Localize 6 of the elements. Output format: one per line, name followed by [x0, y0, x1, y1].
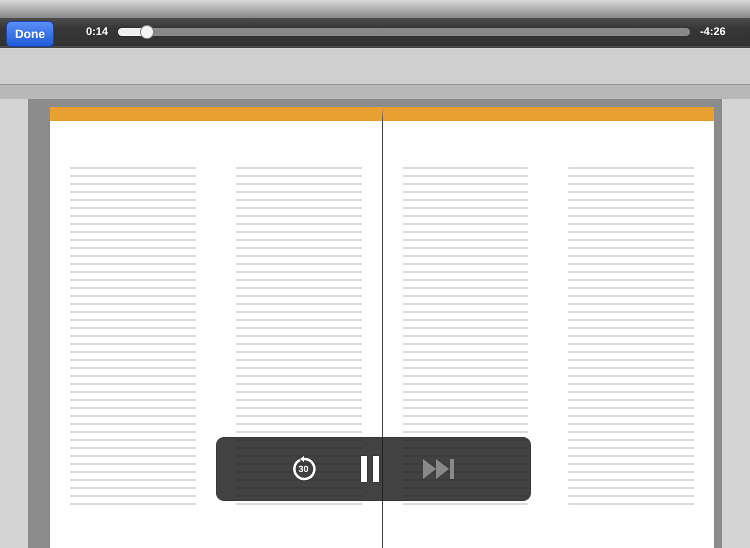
rewind-button[interactable]: 30 [290, 456, 316, 482]
pause-button[interactable] [358, 455, 380, 483]
remaining-time: -4:26 [700, 26, 727, 38]
done-button[interactable]: Done [6, 21, 54, 47]
playback-scrubber[interactable] [118, 28, 690, 36]
elapsed-time: 0:14 [84, 26, 108, 38]
